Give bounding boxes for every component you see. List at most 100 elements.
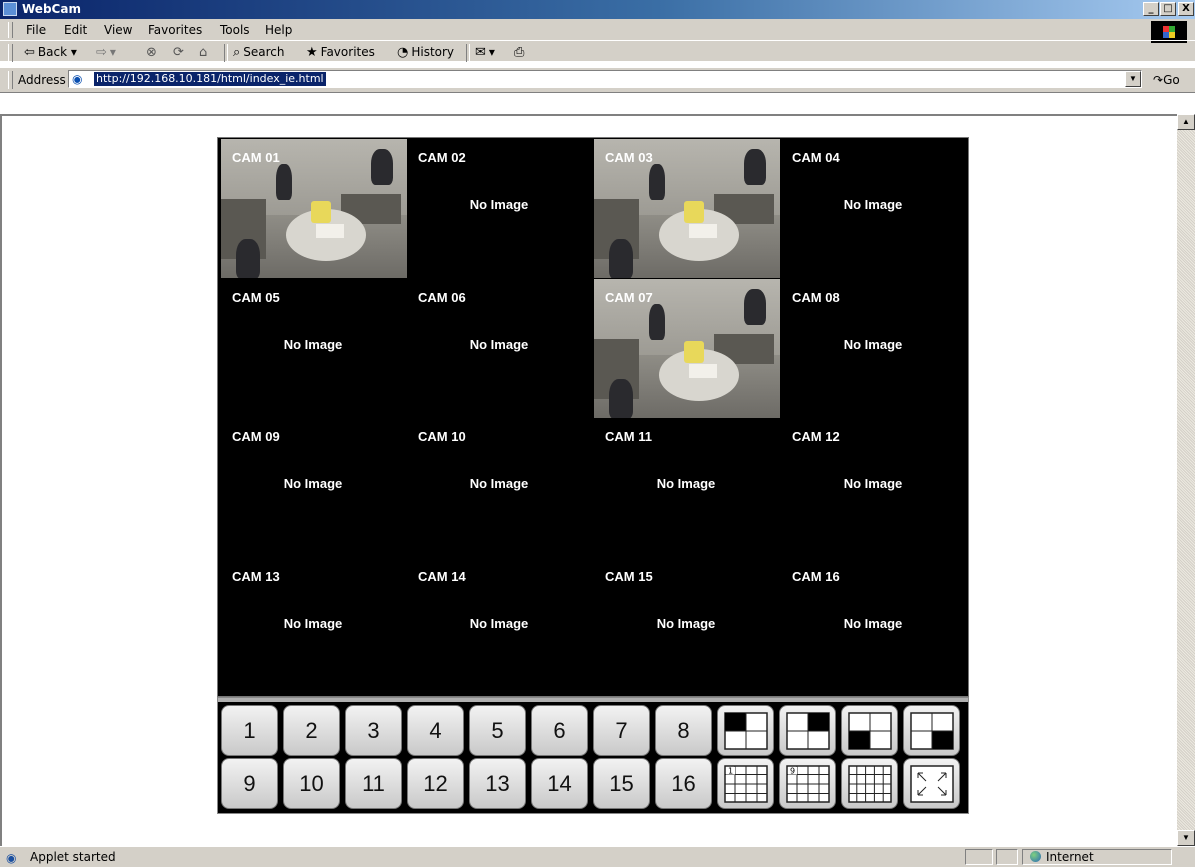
close-button[interactable]: X — [1178, 2, 1194, 16]
fullscreen-button[interactable] — [903, 758, 960, 809]
favorites-icon: ★ — [306, 45, 318, 60]
grid-16-button[interactable] — [841, 758, 898, 809]
menu-edit[interactable]: Edit — [64, 23, 87, 37]
camera-cell[interactable]: CAM 16 No Image — [780, 557, 966, 696]
no-image-text: No Image — [283, 337, 343, 352]
history-label: History — [411, 45, 455, 59]
camera-cell[interactable]: CAM 06 No Image — [406, 278, 592, 417]
grid-9-page-1-button[interactable]: 1 — [717, 758, 774, 809]
channel-button-7[interactable]: 7 — [593, 705, 650, 756]
forward-dropdown-icon[interactable]: ▾ — [110, 45, 116, 59]
quad-top-left-button[interactable] — [717, 705, 774, 756]
print-icon: ⎙ — [514, 45, 525, 60]
menu-view[interactable]: View — [104, 23, 132, 37]
maximize-button[interactable]: □ — [1160, 2, 1176, 16]
menu-tools[interactable]: Tools — [220, 23, 250, 37]
back-dropdown-icon[interactable]: ▾ — [71, 45, 77, 59]
address-url[interactable]: http://192.168.10.181/html/index_ie.html — [94, 72, 326, 86]
favorites-button[interactable]: ★ Favorites — [306, 45, 375, 60]
camera-label: CAM 12 — [792, 429, 840, 444]
scroll-down-button[interactable]: ▼ — [1177, 830, 1195, 846]
camera-cell[interactable]: CAM 11 No Image — [593, 417, 779, 556]
camera-cell[interactable]: CAM 10 No Image — [406, 417, 592, 556]
back-button[interactable]: ⇦ Back ▾ — [24, 45, 77, 60]
security-zone: Internet — [1030, 850, 1094, 864]
camera-cell[interactable]: CAM 14 No Image — [406, 557, 592, 696]
search-icon: ⌕ — [233, 45, 241, 60]
camera-cell[interactable]: CAM 02 No Image — [406, 138, 592, 277]
camera-label: CAM 06 — [418, 290, 466, 305]
channel-button-15[interactable]: 15 — [593, 758, 650, 809]
menu-favorites[interactable]: Favorites — [148, 23, 202, 37]
address-grip[interactable] — [8, 71, 13, 89]
channel-button-3[interactable]: 3 — [345, 705, 402, 756]
no-image-text: No Image — [283, 616, 343, 631]
stop-icon: ⊗ — [146, 45, 157, 60]
forward-button[interactable]: ⇨ ▾ — [96, 45, 116, 60]
channel-button-12[interactable]: 12 — [407, 758, 464, 809]
quad-bottom-right-button[interactable] — [903, 705, 960, 756]
search-button[interactable]: ⌕ Search — [233, 45, 285, 60]
go-arrow-icon: ↷ — [1153, 73, 1164, 87]
window-title-bar[interactable]: WebCam _ □ X — [0, 0, 1195, 19]
home-button[interactable]: ⌂ — [199, 45, 210, 60]
channel-button-8[interactable]: 8 — [655, 705, 712, 756]
grid-9-page-9-button[interactable]: 9 — [779, 758, 836, 809]
refresh-button[interactable]: ⟳ — [173, 45, 187, 60]
channel-button-5[interactable]: 5 — [469, 705, 526, 756]
channel-button-13[interactable]: 13 — [469, 758, 526, 809]
camera-cell[interactable]: CAM 08 No Image — [780, 278, 966, 417]
go-button[interactable]: ↷Go — [1153, 73, 1180, 87]
search-label: Search — [243, 45, 285, 59]
camera-label: CAM 03 — [605, 150, 653, 165]
camera-cell[interactable]: CAM 13 No Image — [220, 557, 406, 696]
history-button[interactable]: ◔ History — [397, 45, 454, 60]
camera-cell[interactable]: CAM 09 No Image — [220, 417, 406, 556]
channel-button-14[interactable]: 14 — [531, 758, 588, 809]
menu-file[interactable]: File — [26, 23, 46, 37]
channel-button-9[interactable]: 9 — [221, 758, 278, 809]
camera-label: CAM 04 — [792, 150, 840, 165]
stop-button[interactable]: ⊗ — [146, 45, 160, 60]
back-arrow-icon: ⇦ — [24, 45, 35, 60]
menu-help[interactable]: Help — [265, 23, 292, 37]
camera-label: CAM 16 — [792, 569, 840, 584]
scroll-up-button[interactable]: ▲ — [1177, 114, 1195, 130]
channel-button-11[interactable]: 11 — [345, 758, 402, 809]
channel-button-4[interactable]: 4 — [407, 705, 464, 756]
camera-label: CAM 13 — [232, 569, 280, 584]
camera-label: CAM 15 — [605, 569, 653, 584]
home-icon: ⌂ — [199, 45, 208, 60]
camera-cell[interactable]: CAM 12 No Image — [780, 417, 966, 556]
quad-bottom-left-button[interactable] — [841, 705, 898, 756]
camera-cell[interactable]: CAM 01 — [220, 138, 407, 278]
mail-button[interactable]: ✉ ▾ — [475, 45, 495, 60]
camera-cell[interactable]: CAM 03 — [593, 138, 780, 278]
channel-button-10[interactable]: 10 — [283, 758, 340, 809]
panel-divider — [218, 698, 968, 702]
camera-cell[interactable]: CAM 04 No Image — [780, 138, 966, 277]
channel-button-2[interactable]: 2 — [283, 705, 340, 756]
channel-button-6[interactable]: 6 — [531, 705, 588, 756]
vertical-scrollbar[interactable]: ▲ ▼ — [1177, 114, 1195, 846]
toolbar-grip[interactable] — [8, 44, 13, 62]
status-text: Applet started — [30, 850, 116, 864]
camera-cell[interactable]: CAM 07 — [593, 278, 780, 418]
menu-grip[interactable] — [8, 22, 13, 38]
mail-dropdown-icon[interactable]: ▾ — [489, 45, 495, 59]
channel-button-1[interactable]: 1 — [221, 705, 278, 756]
minimize-button[interactable]: _ — [1143, 2, 1159, 16]
camera-label: CAM 14 — [418, 569, 466, 584]
camera-cell[interactable]: CAM 15 No Image — [593, 557, 779, 696]
address-input[interactable]: ◉ http://192.168.10.181/html/index_ie.ht… — [68, 70, 1142, 88]
address-dropdown-button[interactable]: ▼ — [1125, 71, 1141, 87]
quad-top-right-button[interactable] — [779, 705, 836, 756]
address-bar: Address ◉ http://192.168.10.181/html/ind… — [0, 67, 1195, 93]
no-image-text: No Image — [843, 197, 903, 212]
no-image-text: No Image — [283, 476, 343, 491]
status-pane — [996, 849, 1018, 865]
camera-cell[interactable]: CAM 05 No Image — [220, 278, 406, 417]
channel-button-16[interactable]: 16 — [655, 758, 712, 809]
camera-grid: CAM 01 CAM 02 No Image CAM 03 CAM 04 No Imag… — [217, 137, 969, 697]
print-button[interactable]: ⎙ — [514, 45, 527, 60]
